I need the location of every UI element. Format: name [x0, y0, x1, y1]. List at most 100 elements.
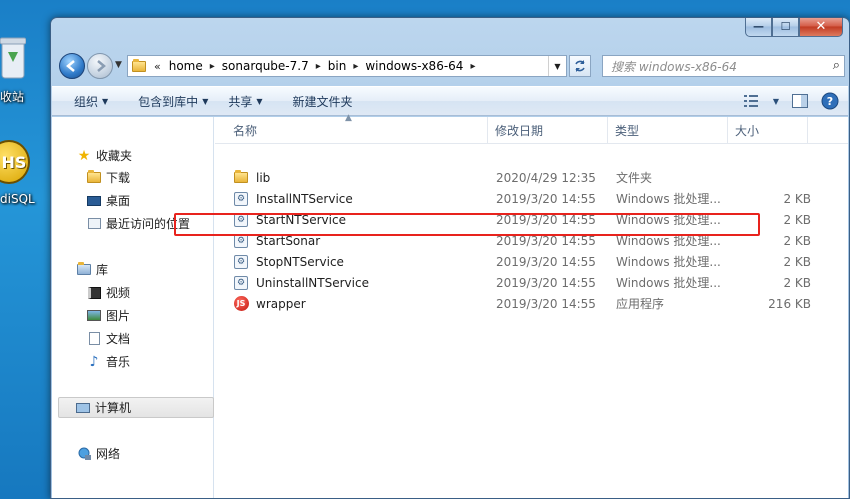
caret-down-icon: ▼ [256, 96, 263, 106]
database-app-icon: HS [0, 140, 30, 184]
nav-documents-label: 文档 [106, 332, 131, 346]
file-type: 文件夹 [616, 171, 653, 185]
nav-recent-label: 最近访问的位置 [106, 217, 191, 231]
batch-file-icon: ⚙ [233, 254, 249, 270]
computer-icon [75, 400, 91, 416]
file-size: 2 KB [783, 233, 811, 248]
file-row-start-sonar[interactable]: ⚙ StartSonar 2019/3/20 14:55 Windows 批处理… [225, 230, 815, 251]
breadcrumb-bin[interactable]: bin [324, 59, 351, 73]
address-history-dropdown[interactable]: ▼ [548, 56, 566, 76]
new-folder-button[interactable]: 新建文件夹 [273, 87, 363, 115]
file-type: Windows 批处理... [616, 276, 721, 290]
back-button[interactable] [59, 53, 85, 79]
share-menu[interactable]: 共享 ▼ [218, 87, 272, 115]
chevron-right-icon[interactable]: ▸ [467, 61, 478, 72]
file-type: Windows 批处理... [616, 213, 721, 227]
star-icon: ★ [77, 147, 91, 164]
chevron-right-icon[interactable]: ▸ [313, 61, 324, 72]
file-name: StartNTService [256, 212, 346, 227]
forward-button[interactable] [87, 53, 113, 79]
minimize-button[interactable]: — [745, 18, 772, 37]
file-row-start-ntservice[interactable]: ⚙ StartNTService 2019/3/20 14:55 Windows… [225, 209, 815, 230]
explorer-window: — ☐ ✕ ▼ « home ▸ sonarqube-7.7 ▸ bin ▸ w… [50, 17, 850, 499]
column-size-label: 大小 [735, 124, 760, 138]
batch-file-icon: ⚙ [233, 212, 249, 228]
nav-computer[interactable]: 计算机 [58, 397, 214, 418]
desktop-icon-hedisql[interactable]: HS diSQL [0, 140, 40, 210]
file-row-install-ntservice[interactable]: ⚙ InstallNTService 2019/3/20 14:55 Windo… [225, 188, 815, 209]
folder-icon [233, 170, 249, 186]
chevron-right-icon[interactable]: ▸ [207, 61, 218, 72]
caption-buttons: — ☐ ✕ [745, 18, 843, 37]
folder-icon [128, 56, 150, 76]
column-name-label: 名称 [233, 124, 258, 138]
file-name: StopNTService [256, 254, 344, 269]
file-row-uninstall-ntservice[interactable]: ⚙ UninstallNTService 2019/3/20 14:55 Win… [225, 272, 815, 293]
desktop-icon-recycle-bin[interactable]: 收站 [0, 36, 40, 106]
file-type: 应用程序 [616, 297, 665, 311]
file-type: Windows 批处理... [616, 234, 721, 248]
application-icon: JS [233, 296, 249, 312]
navigation-pane: ★ 收藏夹 下载 桌面 最近访问的位置 库 视频 图片 文档 ♪ 音乐 计算机 … [52, 117, 214, 498]
address-bar[interactable]: « home ▸ sonarqube-7.7 ▸ bin ▸ windows-x… [127, 55, 567, 77]
breadcrumb-overflow[interactable]: « [150, 60, 165, 73]
desktop-icon [86, 193, 102, 209]
nav-favorites-label: 收藏夹 [96, 149, 133, 163]
help-button[interactable]: ? [818, 90, 842, 112]
file-size: 2 KB [783, 275, 811, 290]
file-row-lib[interactable]: lib 2020/4/29 12:35 文件夹 [225, 167, 815, 188]
close-button[interactable]: ✕ [799, 18, 843, 37]
file-date: 2019/3/20 14:55 [496, 296, 596, 311]
file-date: 2019/3/20 14:55 [496, 233, 596, 248]
include-library-label: 包含到库中 [138, 94, 199, 109]
nav-network[interactable]: 网络 [76, 443, 236, 464]
maximize-button[interactable]: ☐ [772, 18, 799, 37]
file-name: wrapper [256, 296, 306, 311]
breadcrumb-home[interactable]: home [165, 59, 207, 73]
refresh-icon [575, 60, 585, 72]
nav-network-label: 网络 [96, 447, 121, 461]
file-date: 2019/3/20 14:55 [496, 275, 596, 290]
column-size[interactable]: 大小 [729, 117, 808, 144]
column-name[interactable]: 名称 [227, 117, 488, 144]
column-header-row: ▲ 名称 修改日期 类型 大小 [215, 113, 848, 144]
pane-container: ★ 收藏夹 下载 桌面 最近访问的位置 库 视频 图片 文档 ♪ 音乐 计算机 … [52, 113, 848, 498]
view-dropdown[interactable]: ▼ [770, 90, 782, 112]
search-input[interactable]: 搜索 windows-x86-64 ⌕ [602, 55, 845, 77]
file-row-wrapper[interactable]: JS wrapper 2019/3/20 14:55 应用程序 216 KB [225, 293, 815, 314]
file-date: 2019/3/20 14:55 [496, 254, 596, 269]
network-icon [76, 446, 92, 462]
svg-text:?: ? [827, 95, 833, 108]
picture-icon [86, 308, 102, 324]
app-badge: HS [1, 152, 27, 172]
new-folder-label: 新建文件夹 [292, 94, 353, 109]
breadcrumb-sonarqube[interactable]: sonarqube-7.7 [218, 59, 313, 73]
file-row-stop-ntservice[interactable]: ⚙ StopNTService 2019/3/20 14:55 Windows … [225, 251, 815, 272]
file-name: lib [256, 170, 271, 185]
help-icon: ? [821, 92, 839, 110]
share-label: 共享 [228, 94, 253, 109]
file-size: 2 KB [783, 212, 811, 227]
chevron-right-icon[interactable]: ▸ [350, 61, 361, 72]
file-date: 2019/3/20 14:55 [496, 191, 596, 206]
file-list: ▲ 名称 修改日期 类型 大小 lib 2020/4/29 12:35 文件夹 … [215, 113, 848, 498]
nav-pictures-label: 图片 [106, 309, 131, 323]
refresh-button[interactable] [569, 55, 591, 77]
nav-libraries-label: 库 [96, 263, 109, 277]
organize-menu[interactable]: 组织 ▼ [52, 87, 118, 115]
nav-music-label: 音乐 [106, 355, 131, 369]
include-library-menu[interactable]: 包含到库中 ▼ [118, 87, 218, 115]
column-type[interactable]: 类型 [609, 117, 728, 144]
nav-libraries[interactable]: 库 [76, 259, 236, 280]
breadcrumb-windows-x86-64[interactable]: windows-x86-64 [361, 59, 467, 73]
search-icon[interactable]: ⌕ [833, 58, 840, 73]
nav-favorites[interactable]: ★ 收藏夹 [76, 145, 236, 166]
preview-pane-button[interactable] [788, 90, 812, 112]
view-options-button[interactable] [740, 90, 764, 112]
back-arrow-icon [66, 60, 75, 72]
column-date[interactable]: 修改日期 [489, 117, 608, 144]
nav-computer-label: 计算机 [95, 401, 132, 415]
recent-pages-dropdown[interactable]: ▼ [115, 60, 122, 70]
file-date: 2019/3/20 14:55 [496, 212, 596, 227]
organize-label: 组织 [74, 94, 99, 109]
